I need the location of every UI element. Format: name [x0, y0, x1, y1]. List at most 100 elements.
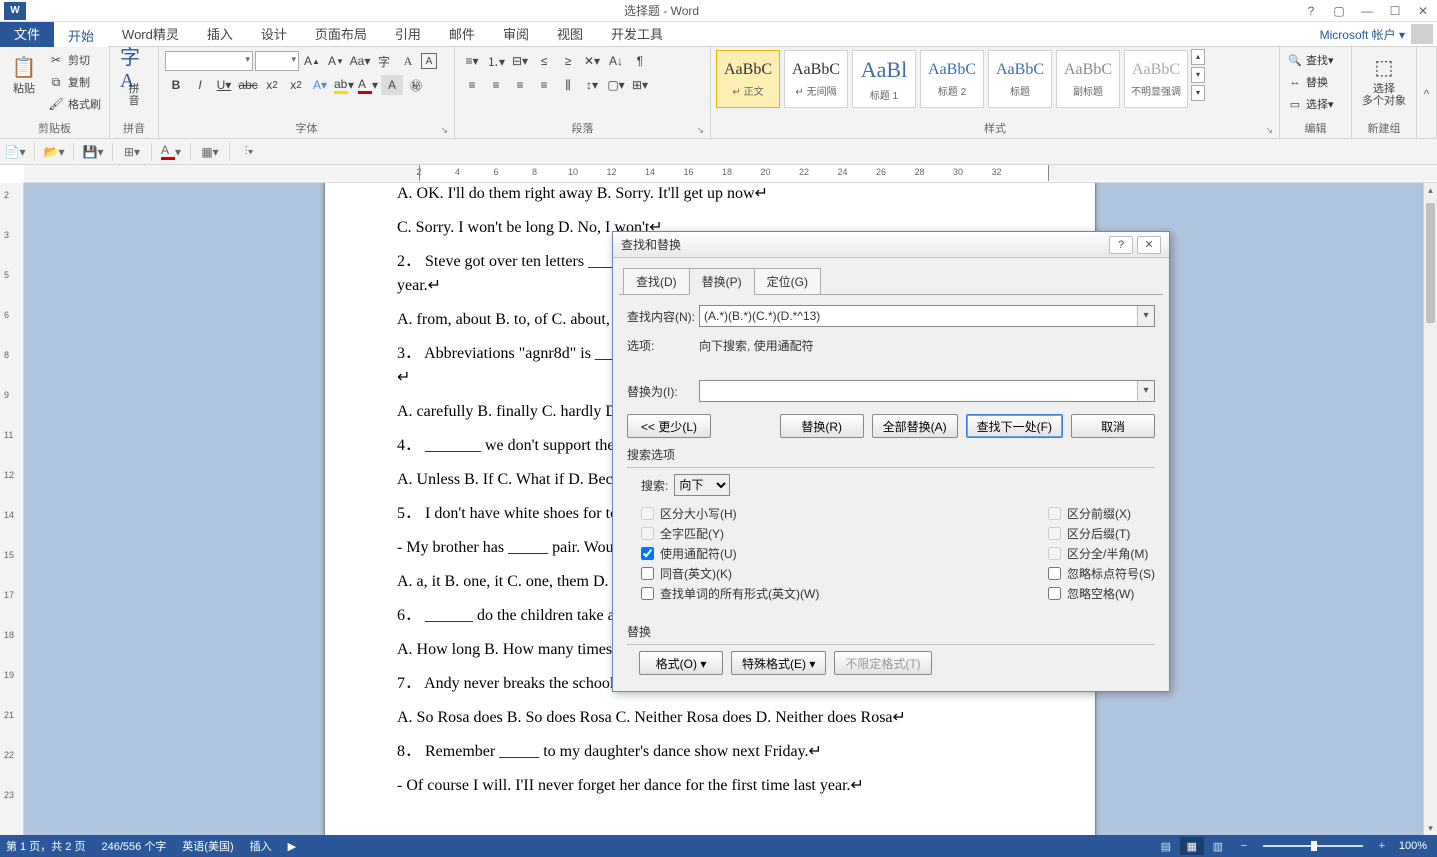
checkbox[interactable] — [1048, 587, 1061, 600]
ribbon-options-button[interactable]: ▢ — [1325, 4, 1353, 18]
scroll-up-icon[interactable]: ▴ — [1424, 183, 1437, 197]
pinyin-button[interactable]: 字A 拼 音 — [114, 49, 154, 111]
cut-button[interactable]: ✂剪切 — [44, 50, 105, 70]
qat-save[interactable]: 💾▾ — [82, 142, 104, 162]
find-button[interactable]: 🔍查找 ▾ — [1284, 50, 1338, 70]
clear-format-button[interactable]: A — [397, 51, 419, 71]
view-print-button[interactable]: ▦ — [1180, 837, 1204, 855]
document-line[interactable]: A. So Rosa does B. So does Rosa C. Neith… — [397, 706, 1023, 730]
paste-button[interactable]: 📋 粘贴 — [4, 49, 44, 99]
close-button[interactable]: ✕ — [1409, 4, 1437, 18]
replace-button[interactable]: ↔替换 — [1284, 72, 1338, 92]
find-input[interactable]: (A.*)(B.*)(C.*)(D.*^13) — [699, 305, 1155, 327]
style-item[interactable]: AaBbC标题 2 — [920, 50, 984, 108]
status-mode[interactable]: 插入 — [250, 838, 272, 854]
style-item[interactable]: AaBbC↵ 正文 — [716, 50, 780, 108]
tab-layout[interactable]: 页面布局 — [301, 22, 381, 47]
search-option[interactable]: 同音(英文)(K) — [641, 565, 819, 582]
tab-view[interactable]: 视图 — [543, 22, 597, 47]
zoom-in-button[interactable]: + — [1370, 837, 1394, 855]
view-read-button[interactable]: ▤ — [1154, 837, 1178, 855]
qat-table[interactable]: ⊞▾ — [121, 142, 143, 162]
gallery-up-icon[interactable]: ▴ — [1191, 49, 1205, 65]
align-center-button[interactable]: ≡ — [485, 75, 507, 95]
align-right-button[interactable]: ≡ — [509, 75, 531, 95]
grow-font-button[interactable]: A▲ — [301, 51, 323, 71]
shrink-font-button[interactable]: A▼ — [325, 51, 347, 71]
checkbox[interactable] — [641, 567, 654, 580]
dialog-tab-goto[interactable]: 定位(G) — [754, 268, 821, 295]
zoom-value[interactable]: 100% — [1399, 840, 1427, 852]
style-item[interactable]: AaBbC↵ 无间隔 — [784, 50, 848, 108]
vertical-scrollbar[interactable]: ▴ ▾ — [1423, 183, 1437, 835]
document-line[interactable]: 8． Remember _____ to my daughter's dance… — [397, 740, 1023, 764]
superscript-button[interactable]: x2 — [285, 75, 307, 95]
styles-gallery-scroll[interactable]: ▴ ▾ ▾ — [1191, 49, 1205, 101]
maximize-button[interactable]: ☐ — [1381, 4, 1409, 18]
qat-new[interactable]: 📄▾ — [4, 142, 26, 162]
account-link[interactable]: Microsoft 帐户 ▾ — [1320, 26, 1411, 43]
justify-button[interactable]: ≡ — [533, 75, 555, 95]
ruler-horizontal[interactable]: 2468101214161820222426283032 — [24, 165, 1437, 183]
search-option[interactable]: 忽略空格(W) — [1048, 585, 1155, 602]
account-avatar[interactable] — [1411, 24, 1433, 44]
tab-file[interactable]: 文件 — [0, 22, 54, 47]
replace-one-button[interactable]: 替换(R) — [780, 414, 864, 438]
qat-border[interactable]: ▦▾ — [199, 142, 221, 162]
style-item[interactable]: AaBbC不明显强调 — [1124, 50, 1188, 108]
dialog-tab-replace[interactable]: 替换(P) — [689, 268, 755, 295]
pinyin-guide-button[interactable]: 字 — [373, 51, 395, 71]
search-option[interactable]: 忽略标点符号(S) — [1048, 565, 1155, 582]
replace-all-button[interactable]: 全部替换(A) — [872, 414, 958, 438]
tab-home[interactable]: 开始 — [54, 22, 108, 47]
char-border-button[interactable]: A — [421, 53, 437, 69]
italic-button[interactable]: I — [189, 75, 211, 95]
dialog-close-button[interactable]: ✕ — [1137, 236, 1161, 254]
scroll-down-icon[interactable]: ▾ — [1424, 821, 1437, 835]
decrease-indent-button[interactable]: ≤ — [533, 51, 555, 71]
gallery-more-icon[interactable]: ▾ — [1191, 85, 1205, 101]
status-page[interactable]: 第 1 页，共 2 页 — [6, 838, 85, 854]
status-words[interactable]: 246/556 个字 — [101, 838, 166, 854]
view-web-button[interactable]: ▥ — [1206, 837, 1230, 855]
ruler-vertical[interactable]: 23568911121415171819212223 — [0, 183, 24, 835]
paragraph-launcher[interactable]: ↘ — [696, 125, 704, 136]
tab-insert[interactable]: 插入 — [193, 22, 247, 47]
tab-design[interactable]: 设计 — [247, 22, 301, 47]
font-launcher[interactable]: ↘ — [440, 125, 448, 136]
align-left-button[interactable]: ≡ — [461, 75, 483, 95]
borders-button[interactable]: ⊞▾ — [629, 75, 651, 95]
zoom-out-button[interactable]: − — [1232, 837, 1256, 855]
asian-layout-button[interactable]: ✕▾ — [581, 51, 603, 71]
document-line[interactable]: - Of course I will. I'II never forget he… — [397, 774, 1023, 798]
scroll-thumb[interactable] — [1426, 203, 1435, 323]
help-button[interactable]: ? — [1297, 4, 1325, 18]
underline-button[interactable]: U▾ — [213, 75, 235, 95]
change-case-button[interactable]: Aa▾ — [349, 51, 371, 71]
dialog-help-button[interactable]: ? — [1109, 236, 1133, 254]
copy-button[interactable]: ⧉复制 — [44, 72, 105, 92]
zoom-slider[interactable] — [1263, 845, 1363, 847]
bullets-button[interactable]: ≡▾ — [461, 51, 483, 71]
find-next-button[interactable]: 查找下一处(F) — [966, 414, 1063, 438]
qat-more[interactable]: ⫶▾ — [238, 142, 260, 162]
search-option[interactable]: 查找单词的所有形式(英文)(W) — [641, 585, 819, 602]
status-lang[interactable]: 英语(美国) — [182, 838, 233, 854]
font-color-button[interactable]: A▾ — [357, 75, 379, 95]
style-item[interactable]: AaBbC副标题 — [1056, 50, 1120, 108]
subscript-button[interactable]: x2 — [261, 75, 283, 95]
gallery-down-icon[interactable]: ▾ — [1191, 67, 1205, 83]
dialog-titlebar[interactable]: 查找和替换 ? ✕ — [613, 232, 1169, 258]
cancel-button[interactable]: 取消 — [1071, 414, 1155, 438]
select-multi-button[interactable]: ⬚ 选择 多个对象 — [1356, 49, 1412, 111]
font-family-combo[interactable] — [165, 51, 253, 71]
tab-references[interactable]: 引用 — [381, 22, 435, 47]
shading-button[interactable]: ▢▾ — [605, 75, 627, 95]
tab-mailings[interactable]: 邮件 — [435, 22, 489, 47]
text-effect-button[interactable]: A▾ — [309, 75, 331, 95]
qat-fontcolor[interactable]: A▾ — [160, 142, 182, 162]
search-dir-select[interactable]: 向下 — [674, 474, 730, 496]
format-button[interactable]: 格式(O) ▾ — [639, 651, 723, 675]
char-shading-button[interactable]: A — [381, 75, 403, 95]
checkbox[interactable] — [641, 547, 654, 560]
